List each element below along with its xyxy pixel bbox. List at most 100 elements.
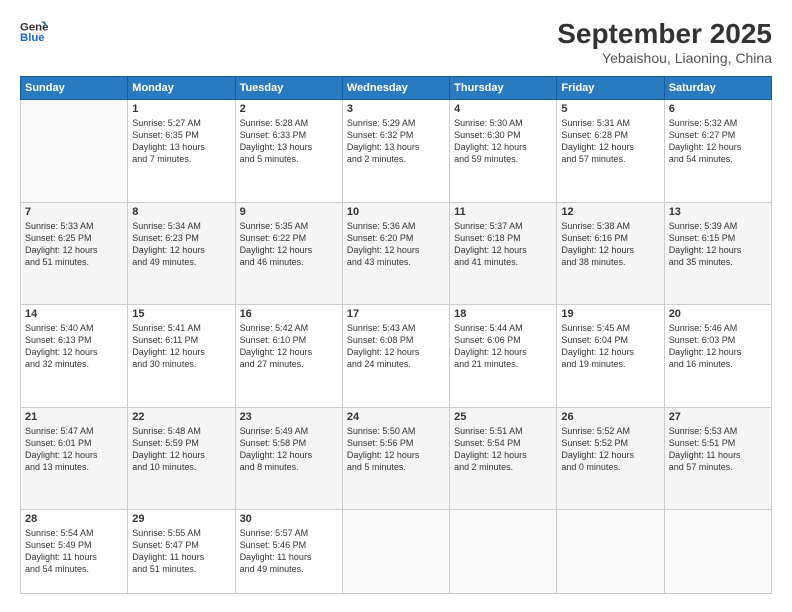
table-row: 23 Sunrise: 5:49 AM Sunset: 5:58 PM Dayli… <box>235 407 342 510</box>
header-wednesday: Wednesday <box>342 77 449 100</box>
day-info: Sunrise: 5:28 AM Sunset: 6:33 PM Dayligh… <box>240 117 338 166</box>
day-number: 25 <box>454 411 552 423</box>
title-block: September 2025 Yebaishou, Liaoning, Chin… <box>557 18 772 66</box>
day-number: 15 <box>132 308 230 320</box>
calendar-week-row: 14 Sunrise: 5:40 AM Sunset: 6:13 PM Dayli… <box>21 305 772 408</box>
day-info: Sunrise: 5:37 AM Sunset: 6:18 PM Dayligh… <box>454 220 552 269</box>
table-row: 1 Sunrise: 5:27 AM Sunset: 6:35 PM Daylig… <box>128 100 235 203</box>
day-number: 5 <box>561 103 659 115</box>
day-info: Sunrise: 5:46 AM Sunset: 6:03 PM Dayligh… <box>669 322 767 371</box>
day-number: 19 <box>561 308 659 320</box>
header-thursday: Thursday <box>450 77 557 100</box>
table-row: 6Sunrise: 5:32 AM Sunset: 6:27 PM Daylig… <box>664 100 771 203</box>
day-number: 22 <box>132 411 230 423</box>
table-row: 27 Sunrise: 5:53 AM Sunset: 5:51 PM Dayli… <box>664 407 771 510</box>
day-info: Sunrise: 5:55 AM Sunset: 5:47 PM Dayligh… <box>132 527 230 576</box>
day-number: 21 <box>25 411 123 423</box>
day-info: Sunrise: 5:49 AM Sunset: 5:58 PM Dayligh… <box>240 425 338 474</box>
table-row: 17 Sunrise: 5:43 AM Sunset: 6:08 PM Dayli… <box>342 305 449 408</box>
svg-text:Blue: Blue <box>20 32 45 44</box>
day-number: 17 <box>347 308 445 320</box>
table-row: 5Sunrise: 5:31 AM Sunset: 6:28 PM Daylig… <box>557 100 664 203</box>
day-number: 29 <box>132 513 230 525</box>
table-row: 25 Sunrise: 5:51 AM Sunset: 5:54 PM Dayli… <box>450 407 557 510</box>
day-info: Sunrise: 5:47 AM Sunset: 6:01 PM Dayligh… <box>25 425 123 474</box>
table-row: 4 Sunrise: 5:30 AM Sunset: 6:30 PM Daylig… <box>450 100 557 203</box>
day-info: Sunrise: 5:29 AM Sunset: 6:32 PM Dayligh… <box>347 117 445 166</box>
day-info: Sunrise: 5:53 AM Sunset: 5:51 PM Dayligh… <box>669 425 767 474</box>
table-row: 20 Sunrise: 5:46 AM Sunset: 6:03 PM Dayli… <box>664 305 771 408</box>
day-number: 12 <box>561 206 659 218</box>
table-row <box>450 510 557 594</box>
day-number: 2 <box>240 103 338 115</box>
table-row: 2 Sunrise: 5:28 AM Sunset: 6:33 PM Daylig… <box>235 100 342 203</box>
table-row: 15 Sunrise: 5:41 AM Sunset: 6:11 PM Dayli… <box>128 305 235 408</box>
day-info: Sunrise: 5:30 AM Sunset: 6:30 PM Dayligh… <box>454 117 552 166</box>
table-row: 28 Sunrise: 5:54 AM Sunset: 5:49 PM Dayli… <box>21 510 128 594</box>
day-info: Sunrise: 5:35 AM Sunset: 6:22 PM Dayligh… <box>240 220 338 269</box>
month-year-title: September 2025 <box>557 18 772 50</box>
day-number: 20 <box>669 308 767 320</box>
day-number: 23 <box>240 411 338 423</box>
table-row: 21 Sunrise: 5:47 AM Sunset: 6:01 PM Dayli… <box>21 407 128 510</box>
table-row: 11 Sunrise: 5:37 AM Sunset: 6:18 PM Dayli… <box>450 202 557 305</box>
table-row: 10Sunrise: 5:36 AM Sunset: 6:20 PM Dayli… <box>342 202 449 305</box>
header-tuesday: Tuesday <box>235 77 342 100</box>
day-number: 9 <box>240 206 338 218</box>
table-row: 18Sunrise: 5:44 AM Sunset: 6:06 PM Dayli… <box>450 305 557 408</box>
day-number: 26 <box>561 411 659 423</box>
table-row: 22Sunrise: 5:48 AM Sunset: 5:59 PM Dayli… <box>128 407 235 510</box>
header: General Blue September 2025 Yebaishou, L… <box>20 18 772 66</box>
table-row: 13 Sunrise: 5:39 AM Sunset: 6:15 PM Dayli… <box>664 202 771 305</box>
table-row: 12 Sunrise: 5:38 AM Sunset: 6:16 PM Dayli… <box>557 202 664 305</box>
table-row: 8Sunrise: 5:34 AM Sunset: 6:23 PM Daylig… <box>128 202 235 305</box>
day-info: Sunrise: 5:40 AM Sunset: 6:13 PM Dayligh… <box>25 322 123 371</box>
day-number: 16 <box>240 308 338 320</box>
calendar-week-row: 7Sunrise: 5:33 AM Sunset: 6:25 PM Daylig… <box>21 202 772 305</box>
day-number: 3 <box>347 103 445 115</box>
table-row: 24Sunrise: 5:50 AM Sunset: 5:56 PM Dayli… <box>342 407 449 510</box>
day-info: Sunrise: 5:43 AM Sunset: 6:08 PM Dayligh… <box>347 322 445 371</box>
day-info: Sunrise: 5:39 AM Sunset: 6:15 PM Dayligh… <box>669 220 767 269</box>
day-info: Sunrise: 5:45 AM Sunset: 6:04 PM Dayligh… <box>561 322 659 371</box>
calendar-week-row: 28 Sunrise: 5:54 AM Sunset: 5:49 PM Dayli… <box>21 510 772 594</box>
logo-icon: General Blue <box>20 18 48 46</box>
table-row <box>664 510 771 594</box>
day-number: 30 <box>240 513 338 525</box>
table-row: 30 Sunrise: 5:57 AM Sunset: 5:46 PM Dayli… <box>235 510 342 594</box>
day-info: Sunrise: 5:44 AM Sunset: 6:06 PM Dayligh… <box>454 322 552 371</box>
day-info: Sunrise: 5:41 AM Sunset: 6:11 PM Dayligh… <box>132 322 230 371</box>
weekday-header-row: Sunday Monday Tuesday Wednesday Thursday… <box>21 77 772 100</box>
day-info: Sunrise: 5:57 AM Sunset: 5:46 PM Dayligh… <box>240 527 338 576</box>
day-info: Sunrise: 5:27 AM Sunset: 6:35 PM Dayligh… <box>132 117 230 166</box>
table-row: 9 Sunrise: 5:35 AM Sunset: 6:22 PM Daylig… <box>235 202 342 305</box>
day-info: Sunrise: 5:38 AM Sunset: 6:16 PM Dayligh… <box>561 220 659 269</box>
day-number: 11 <box>454 206 552 218</box>
day-number: 1 <box>132 103 230 115</box>
day-info: Sunrise: 5:32 AM Sunset: 6:27 PM Dayligh… <box>669 117 767 166</box>
table-row: 19 Sunrise: 5:45 AM Sunset: 6:04 PM Dayli… <box>557 305 664 408</box>
table-row: 26 Sunrise: 5:52 AM Sunset: 5:52 PM Dayli… <box>557 407 664 510</box>
day-number: 4 <box>454 103 552 115</box>
day-info: Sunrise: 5:50 AM Sunset: 5:56 PM Dayligh… <box>347 425 445 474</box>
day-info: Sunrise: 5:33 AM Sunset: 6:25 PM Dayligh… <box>25 220 123 269</box>
calendar-week-row: 21 Sunrise: 5:47 AM Sunset: 6:01 PM Dayli… <box>21 407 772 510</box>
calendar-week-row: 1 Sunrise: 5:27 AM Sunset: 6:35 PM Daylig… <box>21 100 772 203</box>
day-number: 28 <box>25 513 123 525</box>
day-number: 14 <box>25 308 123 320</box>
day-number: 27 <box>669 411 767 423</box>
logo: General Blue <box>20 18 48 46</box>
table-row: 3 Sunrise: 5:29 AM Sunset: 6:32 PM Daylig… <box>342 100 449 203</box>
day-info: Sunrise: 5:51 AM Sunset: 5:54 PM Dayligh… <box>454 425 552 474</box>
table-row: 7Sunrise: 5:33 AM Sunset: 6:25 PM Daylig… <box>21 202 128 305</box>
table-row <box>557 510 664 594</box>
day-info: Sunrise: 5:54 AM Sunset: 5:49 PM Dayligh… <box>25 527 123 576</box>
day-info: Sunrise: 5:52 AM Sunset: 5:52 PM Dayligh… <box>561 425 659 474</box>
location-subtitle: Yebaishou, Liaoning, China <box>557 50 772 66</box>
header-saturday: Saturday <box>664 77 771 100</box>
table-row: 29 Sunrise: 5:55 AM Sunset: 5:47 PM Dayli… <box>128 510 235 594</box>
day-number: 13 <box>669 206 767 218</box>
day-number: 10 <box>347 206 445 218</box>
day-number: 8 <box>132 206 230 218</box>
table-row <box>21 100 128 203</box>
